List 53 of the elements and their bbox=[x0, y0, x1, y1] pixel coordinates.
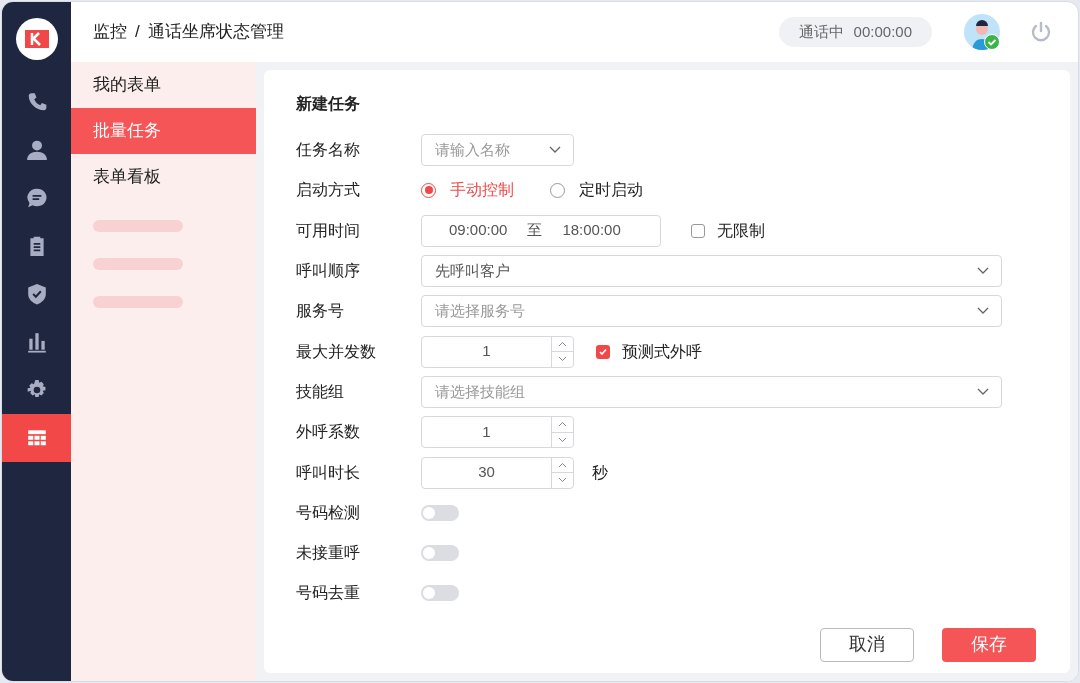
toggle-switch[interactable] bbox=[421, 545, 459, 562]
breadcrumb-link[interactable]: 监控 bbox=[93, 19, 127, 45]
field-label: 外呼系数 bbox=[296, 422, 361, 443]
cancel-button[interactable]: 取消 bbox=[820, 627, 914, 662]
select-field[interactable]: 先呼叫客户 bbox=[421, 255, 1002, 288]
chevron-down-icon bbox=[558, 356, 567, 363]
chevron-down-icon bbox=[977, 307, 989, 316]
menu-item[interactable]: 表单看板 bbox=[71, 154, 256, 200]
form-title: 新建任务 bbox=[296, 94, 361, 114]
user-icon bbox=[25, 139, 48, 161]
nav-item[interactable] bbox=[2, 414, 71, 462]
radio-option[interactable]: 定时启动 bbox=[550, 178, 643, 203]
unit-label: 秒 bbox=[592, 462, 608, 483]
call-status-pill: 通话中 00:00:00 bbox=[778, 17, 932, 47]
checkbox-label: 无限制 bbox=[717, 220, 765, 241]
chevron-down-icon bbox=[558, 436, 567, 443]
chevron-down-icon bbox=[977, 387, 989, 396]
bar-chart-icon bbox=[25, 331, 48, 353]
menu-item[interactable]: 我的表单 bbox=[71, 62, 256, 108]
chevron-down-icon bbox=[977, 267, 989, 276]
checkbox[interactable] bbox=[691, 223, 705, 238]
time-range-field[interactable]: 09:00:00 至 18:00:00 bbox=[421, 214, 661, 247]
field-label: 未接重呼 bbox=[296, 543, 361, 564]
toggle-switch[interactable] bbox=[421, 585, 459, 602]
field-label: 呼叫顺序 bbox=[296, 261, 361, 282]
chevron-down-icon bbox=[549, 146, 561, 155]
number-field[interactable]: 1 bbox=[421, 416, 574, 449]
field-label: 可用时间 bbox=[296, 220, 361, 241]
toggle-switch[interactable] bbox=[421, 504, 459, 521]
breadcrumb-current: 通话坐席状态管理 bbox=[147, 21, 284, 44]
field-label: 最大并发数 bbox=[296, 341, 377, 362]
number-field[interactable]: 1 bbox=[421, 335, 574, 368]
checkbox-label: 预测式外呼 bbox=[622, 341, 702, 362]
field-label: 号码检测 bbox=[296, 502, 361, 523]
chat-icon bbox=[25, 187, 48, 209]
shield-icon bbox=[25, 283, 48, 305]
breadcrumb-separator: / bbox=[135, 21, 140, 44]
field-label: 任务名称 bbox=[296, 140, 361, 161]
radio-option[interactable]: 手动控制 bbox=[421, 178, 514, 203]
power-icon[interactable] bbox=[1030, 21, 1052, 43]
field-label: 启动方式 bbox=[296, 180, 361, 201]
field-label: 号码去重 bbox=[296, 583, 361, 604]
field-label: 呼叫时长 bbox=[296, 462, 361, 483]
chevron-up-icon bbox=[558, 340, 567, 347]
field-label: 服务号 bbox=[296, 301, 345, 322]
checkbox[interactable] bbox=[596, 344, 610, 359]
chevron-up-icon bbox=[558, 461, 567, 468]
logo-icon bbox=[15, 18, 58, 60]
field-label: 技能组 bbox=[296, 381, 345, 402]
chevron-down-icon bbox=[558, 477, 567, 484]
chevron-up-icon bbox=[558, 421, 567, 428]
number-field[interactable]: 30 bbox=[421, 456, 574, 489]
checkmark-icon bbox=[598, 346, 608, 357]
